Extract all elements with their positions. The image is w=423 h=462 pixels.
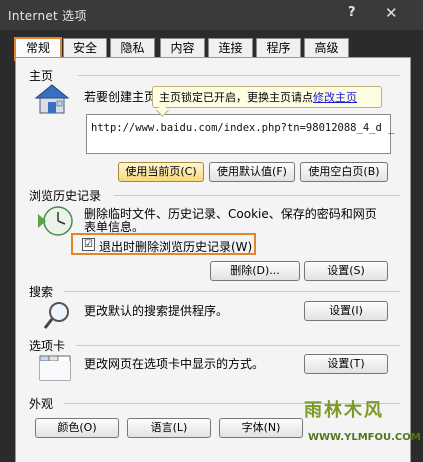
delete-on-exit-label: 退出时删除浏览历史记录(W) [99,240,253,254]
history-section-label: 浏览历史记录 [29,189,102,203]
homepage-divider [78,75,400,76]
homepage-lock-tooltip: 主页锁定已开启，更换主页请点修改主页 [152,86,382,108]
delete-on-exit-row[interactable]: ☑ 退出时删除浏览历史记录(W) [71,233,256,255]
homepage-description: 若要创建主页 [84,90,157,104]
title-bar: Internet 选项 ? ✕ [0,0,423,30]
watermark: 雨林木风 WWW.YLMFOU.COM [300,392,421,454]
tabs-settings-button[interactable]: 设置(T) [304,354,388,374]
history-divider [114,195,400,196]
use-current-button[interactable]: 使用当前页(C) [118,162,204,182]
tab-programs[interactable]: 程序 [256,38,301,57]
tabs-icon [39,355,71,381]
delete-on-exit-checkbox[interactable]: ☑ [82,238,95,251]
close-button[interactable]: ✕ [385,4,398,22]
search-description: 更改默认的搜索提供程序。 [84,304,229,318]
tabs-description: 更改网页在选项卡中显示的方式。 [84,357,265,371]
tab-advanced[interactable]: 高级 [304,38,349,57]
magnifier-icon [43,302,69,329]
delete-history-button[interactable]: 删除(D)... [210,261,300,281]
use-blank-button[interactable]: 使用空白页(B) [300,162,388,182]
homepage-url-field[interactable]: http://www.baidu.com/index.php?tn=980120… [86,114,395,154]
modify-homepage-link[interactable]: 修改主页 [313,91,357,104]
tab-privacy[interactable]: 隐私 [110,38,155,57]
fonts-button[interactable]: 字体(N) [219,418,303,438]
appearance-section-label: 外观 [29,397,54,411]
tabs-divider [76,345,400,346]
search-divider [64,291,400,292]
tab-content[interactable]: 内容 [160,38,205,57]
search-section-label: 搜索 [29,285,54,299]
watermark-text: 雨林木风 [304,400,384,421]
homepage-url-value: http://www.baidu.com/index.php?tn=980120… [91,122,395,134]
help-button[interactable]: ? [348,5,356,20]
history-settings-button[interactable]: 设置(S) [304,261,388,281]
clock-icon [38,206,73,236]
window-title: Internet 选项 [8,9,87,23]
colors-button[interactable]: 颜色(O) [35,418,119,438]
house-icon [34,84,70,114]
languages-button[interactable]: 语言(L) [127,418,211,438]
search-settings-button[interactable]: 设置(I) [304,301,388,321]
history-description-line2: 表单信息。 [84,220,145,234]
tooltip-text: 主页锁定已开启，更换主页请点 [159,91,313,104]
homepage-section-label: 主页 [29,69,54,83]
tab-connections[interactable]: 连接 [208,38,253,57]
tabs-section-label: 选项卡 [29,339,66,353]
use-default-button[interactable]: 使用默认值(F) [209,162,295,182]
watermark-url: WWW.YLMFOU.COM [308,432,421,443]
history-description-line1: 删除临时文件、历史记录、Cookie、保存的密码和网页 [84,207,377,221]
tab-security[interactable]: 安全 [63,38,107,57]
